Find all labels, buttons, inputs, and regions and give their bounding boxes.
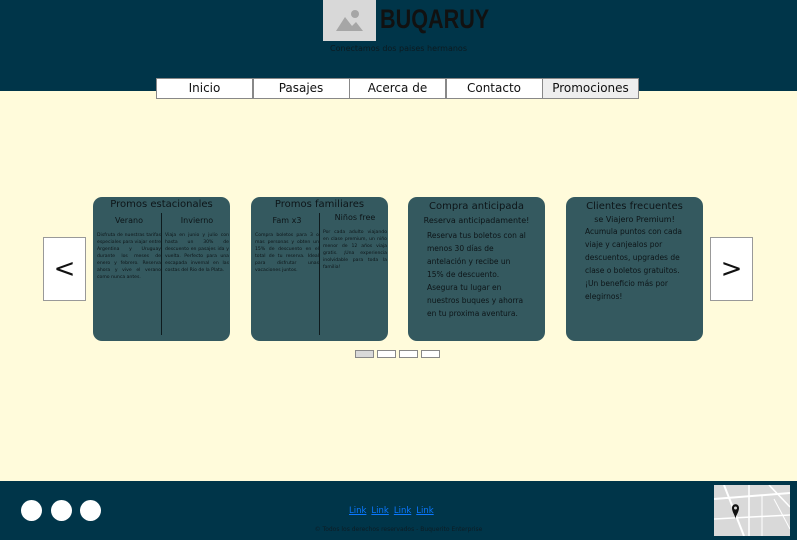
carousel-prev-button[interactable]: < [43, 237, 86, 301]
card-title: Promos estacionales [110, 199, 213, 210]
card-title: Clientes frecuentes [586, 201, 683, 212]
social-icon-3[interactable] [80, 500, 101, 521]
footer-link[interactable]: Link [394, 506, 411, 516]
footer-links: Link Link Link Link [349, 506, 439, 516]
logo-image [323, 0, 376, 41]
promo-card-frequent[interactable]: Clientes frecuentes se Viajero Premium! … [566, 197, 703, 341]
nav-contacto[interactable]: Contacto [445, 78, 543, 99]
carousel-dot[interactable] [377, 350, 396, 358]
carousel-dot[interactable] [355, 350, 374, 358]
card-title: Promos familiares [274, 199, 365, 210]
nav-acerca-de[interactable]: Acerca de [349, 78, 446, 99]
footer-link[interactable]: Link [371, 506, 388, 516]
promo-card-family[interactable]: Promos familiares Fam x3 Compra boletos … [251, 197, 388, 341]
column-text: Viaja en junio y julio con hasta un 30% … [165, 233, 229, 273]
carousel-next-button[interactable]: > [710, 237, 753, 301]
nav-inicio[interactable]: Inicio [156, 78, 253, 99]
column-heading: Niños free [334, 213, 376, 222]
footer-link[interactable]: Link [349, 506, 366, 516]
image-placeholder-icon [336, 10, 363, 31]
promo-card-seasonal[interactable]: Promos estacionales Verano Disfruta de n… [93, 197, 230, 341]
carousel-dot[interactable] [421, 350, 440, 358]
footer-link[interactable]: Link [416, 506, 433, 516]
social-icon-1[interactable] [21, 500, 42, 521]
card-subtitle: Reserva anticipadamente! [423, 216, 530, 225]
nav-pasajes[interactable]: Pasajes [252, 78, 350, 99]
column-text: Disfruta de nuestras tarifas especiales … [97, 233, 161, 280]
social-icon-2[interactable] [51, 500, 72, 521]
card-text: Reserva tus boletos con al menos 30 días… [427, 231, 526, 318]
card-title: Compra anticipada [429, 201, 524, 212]
brand-name: BUQARUY [380, 4, 490, 34]
tagline: Conectamos dos paises hermanos [330, 44, 467, 53]
copyright-text: © Todos los derechos reservados - Buquer… [314, 526, 483, 533]
map-thumbnail[interactable] [714, 485, 790, 536]
column-text: Compra boletos para 3 o mas personas y o… [255, 233, 319, 273]
column-heading: Fam x3 [272, 216, 302, 225]
carousel-indicators [355, 350, 443, 358]
card-subtitle: se Viajero Premium! [594, 215, 675, 224]
column-text: Por cada adulto viajando en clase premiu… [323, 230, 387, 270]
column-heading: Invierno [180, 216, 214, 225]
card-text: Acumula puntos con cada viaje y canjealo… [585, 227, 683, 301]
nav-promociones[interactable]: Promociones [542, 78, 639, 99]
column-heading: Verano [115, 216, 143, 225]
map-location-icon [714, 485, 790, 536]
carousel-dot[interactable] [399, 350, 418, 358]
promo-card-early-booking[interactable]: Compra anticipada Reserva anticipadament… [408, 197, 545, 341]
main-nav: Inicio Pasajes Acerca de Contacto Promoc… [156, 78, 639, 99]
